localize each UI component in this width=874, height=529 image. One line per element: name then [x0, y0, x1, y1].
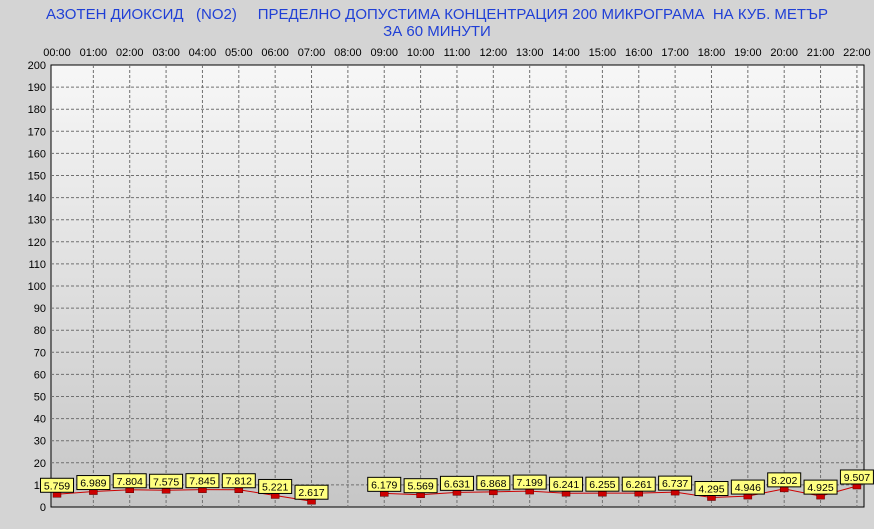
x-tick-label: 16:00: [625, 47, 653, 59]
y-tick-label: 120: [28, 237, 46, 249]
y-tick-label: 100: [28, 281, 46, 293]
x-tick-label: 00:00: [43, 47, 71, 59]
x-tick-label: 03:00: [152, 47, 180, 59]
data-label: 9.507: [839, 469, 874, 485]
data-label-text: 7.575: [153, 476, 179, 488]
data-label-text: 4.925: [807, 482, 833, 494]
data-label: 7.804: [112, 473, 147, 489]
x-tick-label: 13:00: [516, 47, 544, 59]
data-label-text: 6.179: [371, 479, 397, 491]
x-tick-label: 15:00: [589, 47, 617, 59]
x-tick-label: 09:00: [370, 47, 398, 59]
x-tick-label: 20:00: [770, 47, 798, 59]
x-tick-label: 02:00: [116, 47, 144, 59]
data-label: 5.569: [403, 478, 438, 494]
data-label-text: 6.241: [553, 479, 579, 491]
data-label: 2.617: [294, 484, 329, 500]
data-label-text: 2.617: [298, 487, 324, 499]
y-tick-label: 200: [28, 60, 46, 72]
data-label: 4.295: [694, 481, 729, 497]
data-label: 5.221: [258, 478, 293, 494]
data-label-text: 7.804: [117, 476, 143, 488]
y-tick-label: 110: [28, 259, 46, 271]
data-label: 6.631: [439, 475, 474, 491]
data-label-text: 6.989: [80, 478, 106, 490]
y-tick-label: 130: [28, 215, 46, 227]
data-label: 6.989: [76, 475, 111, 491]
data-label-text: 4.946: [735, 482, 761, 494]
x-tick-label: 22:00: [843, 47, 871, 59]
y-tick-label: 50: [34, 392, 46, 404]
data-label-text: 6.255: [589, 479, 615, 491]
y-tick-label: 30: [34, 436, 46, 448]
data-label: 6.868: [476, 475, 511, 491]
x-tick-label: 19:00: [734, 47, 762, 59]
y-tick-label: 190: [28, 82, 46, 94]
x-tick-label: 05:00: [225, 47, 253, 59]
x-tick-label: 11:00: [444, 47, 471, 59]
data-label: 6.255: [585, 476, 620, 492]
y-axis: 0102030405060708090100110120130140150160…: [28, 60, 46, 514]
data-label-text: 7.845: [189, 476, 215, 488]
grid-lines: [51, 65, 864, 507]
data-label-text: 6.868: [480, 478, 506, 490]
x-axis: 00:00 01:00 02:00 03:00 04:00 05:00 06:00 07:00…: [43, 47, 870, 59]
data-label-text: 6.631: [444, 478, 470, 490]
x-tick-label: 17:00: [661, 47, 689, 59]
x-tick-label: 07:00: [298, 47, 326, 59]
y-tick-label: 180: [28, 104, 46, 116]
y-tick-label: 60: [34, 369, 46, 381]
no2-line-chart: 0102030405060708090100110120130140150160…: [28, 47, 874, 514]
y-tick-label: 40: [34, 414, 46, 426]
data-label: 7.812: [221, 473, 256, 489]
x-tick-label: 14:00: [552, 47, 580, 59]
y-tick-label: 160: [28, 148, 46, 160]
data-label-text: 7.812: [226, 476, 252, 488]
data-label: 6.737: [658, 475, 693, 491]
y-tick-label: 90: [34, 303, 46, 315]
data-label-text: 5.759: [44, 480, 70, 492]
x-tick-label: 12:00: [480, 47, 508, 59]
data-label: 6.179: [367, 476, 402, 492]
data-label: 7.199: [512, 474, 547, 490]
data-label: 4.925: [803, 479, 838, 495]
x-tick-label: 06:00: [261, 47, 289, 59]
data-label-text: 9.507: [844, 472, 870, 484]
data-label: 7.575: [149, 473, 184, 489]
y-tick-label: 150: [28, 171, 46, 183]
data-label-text: 8.202: [771, 475, 797, 487]
x-tick-label: 21:00: [807, 47, 835, 59]
data-label: 6.261: [621, 476, 656, 492]
x-tick-label: 01:00: [80, 47, 108, 59]
y-tick-label: 170: [28, 126, 46, 138]
y-tick-label: 140: [28, 193, 46, 205]
x-tick-label: 08:00: [334, 47, 362, 59]
data-label-text: 4.295: [698, 484, 724, 496]
data-label-text: 5.569: [407, 481, 433, 493]
x-tick-label: 04:00: [189, 47, 217, 59]
x-tick-label: 18:00: [698, 47, 726, 59]
y-tick-label: 20: [34, 458, 46, 470]
data-label: 7.845: [185, 473, 220, 489]
data-label-text: 5.221: [262, 481, 288, 493]
data-label: 6.241: [549, 476, 584, 492]
y-tick-label: 0: [40, 502, 46, 514]
data-label-text: 6.261: [626, 479, 652, 491]
data-label: 4.946: [730, 479, 765, 495]
x-tick-label: 10:00: [407, 47, 435, 59]
y-tick-label: 80: [34, 325, 46, 337]
data-label-text: 6.737: [662, 478, 688, 490]
data-label: 8.202: [767, 472, 802, 488]
data-label: 5.759: [40, 477, 74, 493]
data-label-text: 7.199: [517, 477, 543, 489]
y-tick-label: 70: [34, 347, 46, 359]
